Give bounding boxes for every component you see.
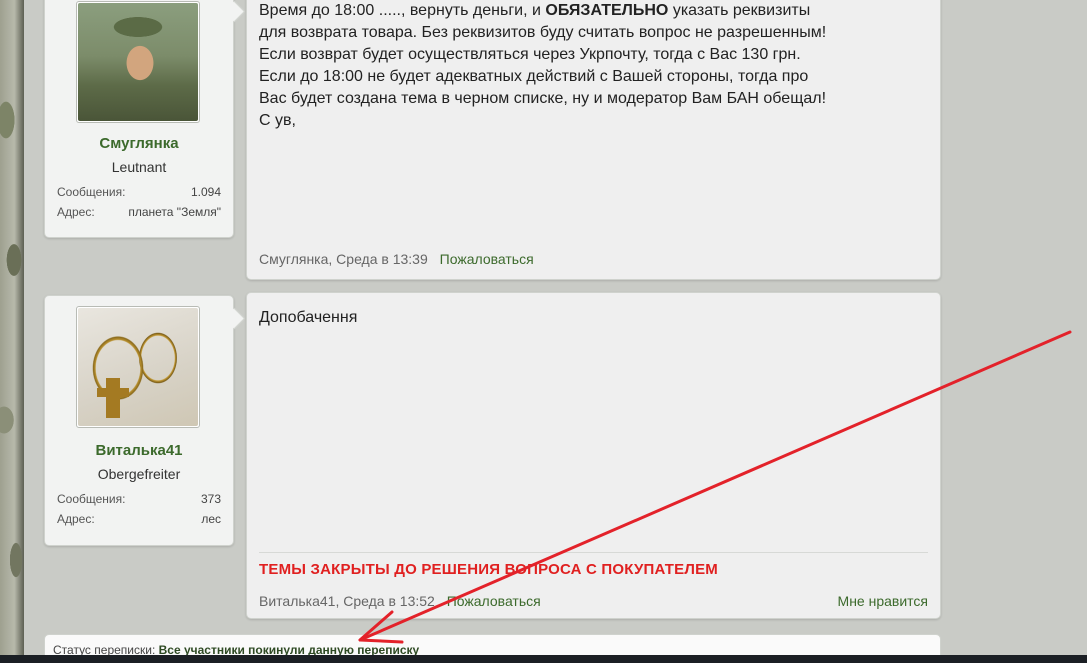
emphasis: ОБЯЗАТЕЛЬНО xyxy=(545,2,669,19)
message-text: Время до 18:00 ....., вернуть деньги, и … xyxy=(259,0,928,132)
message-body: Время до 18:00 ....., вернуть деньги, и … xyxy=(246,0,941,280)
user-card: Смуглянка Leutnant Сообщения: 1.094 Адре… xyxy=(44,0,234,238)
message-line: Время до 18:00 ....., вернуть деньги, и … xyxy=(259,2,811,19)
message-line: Вас будет создана тема в черном списке, … xyxy=(259,90,827,107)
username[interactable]: Виталька41 xyxy=(45,442,233,459)
background-camo-strip xyxy=(0,0,24,663)
stat-value: 1.094 xyxy=(190,185,221,199)
stat-label: Адрес: xyxy=(57,205,95,219)
stat-value: 373 xyxy=(200,492,221,506)
like-button[interactable]: Мне нравится xyxy=(838,593,928,609)
avatar[interactable] xyxy=(76,1,200,123)
stat-label: Сообщения: xyxy=(57,492,126,506)
message-line: С ув, xyxy=(259,112,296,129)
user-rank: Obergefreiter xyxy=(97,466,181,482)
message-text: Допобачення xyxy=(259,309,358,326)
signature-divider xyxy=(259,552,928,553)
avatar-image xyxy=(78,3,198,121)
cross-pendant-icon xyxy=(97,378,129,418)
taskbar xyxy=(0,655,1087,663)
user-rank: Leutnant xyxy=(111,159,167,175)
stat-address: Адрес: планета "Земля" xyxy=(57,205,221,219)
message-line: Если возврат будет осуществляться через … xyxy=(259,46,801,63)
report-link[interactable]: Пожаловаться xyxy=(440,251,534,267)
message-line: Если до 18:00 не будет адекватных действ… xyxy=(259,68,809,85)
signature: ТЕМЫ ЗАКРЫТЫ ДО РЕШЕНИЯ ВОПРОСА С ПОКУПА… xyxy=(259,561,718,578)
avatar-image xyxy=(78,308,198,426)
user-card: Виталька41 Obergefreiter Сообщения: 373 … xyxy=(44,295,234,546)
message-line: для возврата товара. Без реквизитов буду… xyxy=(259,24,827,41)
message-meta: Смуглянка, Среда в 13:39 Пожаловаться xyxy=(259,251,928,267)
stat-label: Сообщения: xyxy=(57,185,126,199)
avatar[interactable] xyxy=(76,306,200,428)
report-link[interactable]: Пожаловаться xyxy=(447,593,541,609)
stat-messages: Сообщения: 373 xyxy=(57,492,221,506)
message-meta: Виталька41, Среда в 13:52 Пожаловаться М… xyxy=(259,593,928,609)
stat-label: Адрес: xyxy=(57,512,95,526)
stat-messages: Сообщения: 1.094 xyxy=(57,185,221,199)
message-body: Допобачення ТЕМЫ ЗАКРЫТЫ ДО РЕШЕНИЯ ВОПР… xyxy=(246,292,941,619)
stat-value: лес xyxy=(201,512,221,526)
username[interactable]: Смуглянка xyxy=(45,135,233,152)
stat-address: Адрес: лес xyxy=(57,512,221,526)
stat-value: планета "Земля" xyxy=(128,205,221,219)
author-time[interactable]: Смуглянка, Среда в 13:39 xyxy=(259,251,428,267)
author-time[interactable]: Виталька41, Среда в 13:52 xyxy=(259,593,435,609)
